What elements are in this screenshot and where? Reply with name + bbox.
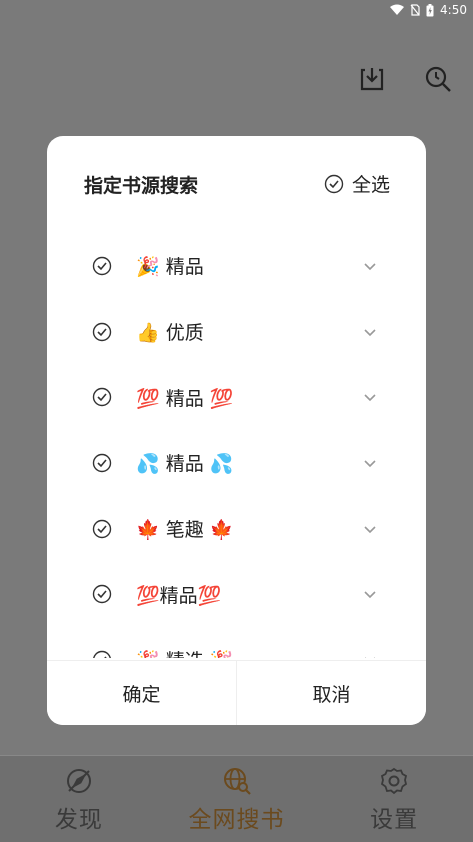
source-select-dialog: 指定书源搜索 全选 🎉 精品 👍 优质 💯 精品 💯 💦 精品 💦 🍁 笔趣 🍁… bbox=[47, 136, 426, 725]
chevron-down-icon[interactable] bbox=[362, 521, 378, 537]
chevron-down-icon[interactable] bbox=[362, 455, 378, 471]
dialog-header: 指定书源搜索 全选 bbox=[47, 136, 426, 226]
check-circle-icon[interactable] bbox=[92, 519, 112, 539]
list-item[interactable]: 💦 精品 💦 bbox=[47, 430, 426, 496]
import-download-icon[interactable] bbox=[357, 64, 387, 94]
compass-icon bbox=[66, 769, 91, 793]
status-time: 4:50 bbox=[440, 3, 467, 17]
group-label: 👍 优质 bbox=[136, 322, 204, 345]
search-history-icon[interactable] bbox=[423, 64, 453, 94]
dialog-footer: 确定 取消 bbox=[47, 660, 426, 725]
group-label: 💦 精品 💦 bbox=[136, 453, 234, 476]
select-all-label: 全选 bbox=[351, 174, 390, 196]
gear-icon bbox=[381, 767, 408, 795]
chevron-down-icon[interactable] bbox=[362, 324, 378, 340]
chevron-down-icon[interactable] bbox=[362, 652, 378, 658]
check-circle-icon[interactable] bbox=[92, 650, 112, 658]
globe-search-icon bbox=[223, 768, 251, 795]
no-sim-icon bbox=[410, 4, 420, 16]
group-label: 💯精品💯 bbox=[136, 584, 222, 607]
nav-discover-label: 发现 bbox=[54, 807, 103, 833]
group-label: 🎉 精选 🎉 bbox=[136, 646, 233, 658]
nav-settings[interactable]: 设置 bbox=[315, 756, 473, 842]
nav-settings-label: 设置 bbox=[370, 807, 419, 833]
battery-icon bbox=[426, 3, 434, 16]
check-circle-icon[interactable] bbox=[92, 387, 112, 407]
source-group-list[interactable]: 🎉 精品 👍 优质 💯 精品 💯 💦 精品 💦 🍁 笔趣 🍁 💯精品💯 bbox=[47, 233, 426, 658]
group-label: 🎉 精品 bbox=[136, 256, 204, 279]
check-circle-icon[interactable] bbox=[92, 322, 112, 342]
list-item[interactable]: 💯精品💯 bbox=[47, 561, 426, 627]
chevron-down-icon[interactable] bbox=[362, 586, 378, 602]
select-all-toggle[interactable]: 全选 bbox=[324, 170, 390, 197]
chevron-down-icon[interactable] bbox=[362, 389, 378, 405]
group-label: 💯 精品 💯 bbox=[136, 387, 234, 410]
list-item[interactable]: 🎉 精选 🎉 bbox=[47, 627, 426, 658]
list-item[interactable]: 🍁 笔趣 🍁 bbox=[47, 496, 426, 562]
chevron-down-icon[interactable] bbox=[362, 258, 378, 274]
wifi-icon bbox=[390, 4, 405, 15]
status-bar: 4:50 bbox=[0, 0, 473, 20]
group-label: 🍁 笔趣 🍁 bbox=[136, 519, 234, 542]
dialog-title: 指定书源搜索 bbox=[84, 175, 199, 197]
list-item[interactable]: 👍 优质 bbox=[47, 299, 426, 365]
nav-web-search-label: 全网搜书 bbox=[188, 807, 285, 833]
top-toolbar bbox=[0, 54, 473, 104]
check-circle-icon[interactable] bbox=[92, 584, 112, 604]
bottom-navigation: 发现 全网搜书 设置 bbox=[0, 755, 473, 842]
confirm-button[interactable]: 确定 bbox=[47, 661, 237, 725]
nav-web-search[interactable]: 全网搜书 bbox=[158, 756, 316, 842]
list-item[interactable]: 🎉 精品 bbox=[47, 233, 426, 299]
nav-discover[interactable]: 发现 bbox=[0, 756, 158, 842]
list-item[interactable]: 💯 精品 💯 bbox=[47, 364, 426, 430]
check-circle-icon bbox=[324, 174, 344, 193]
check-circle-icon[interactable] bbox=[92, 256, 112, 276]
check-circle-icon[interactable] bbox=[92, 453, 112, 473]
cancel-button[interactable]: 取消 bbox=[237, 661, 426, 725]
